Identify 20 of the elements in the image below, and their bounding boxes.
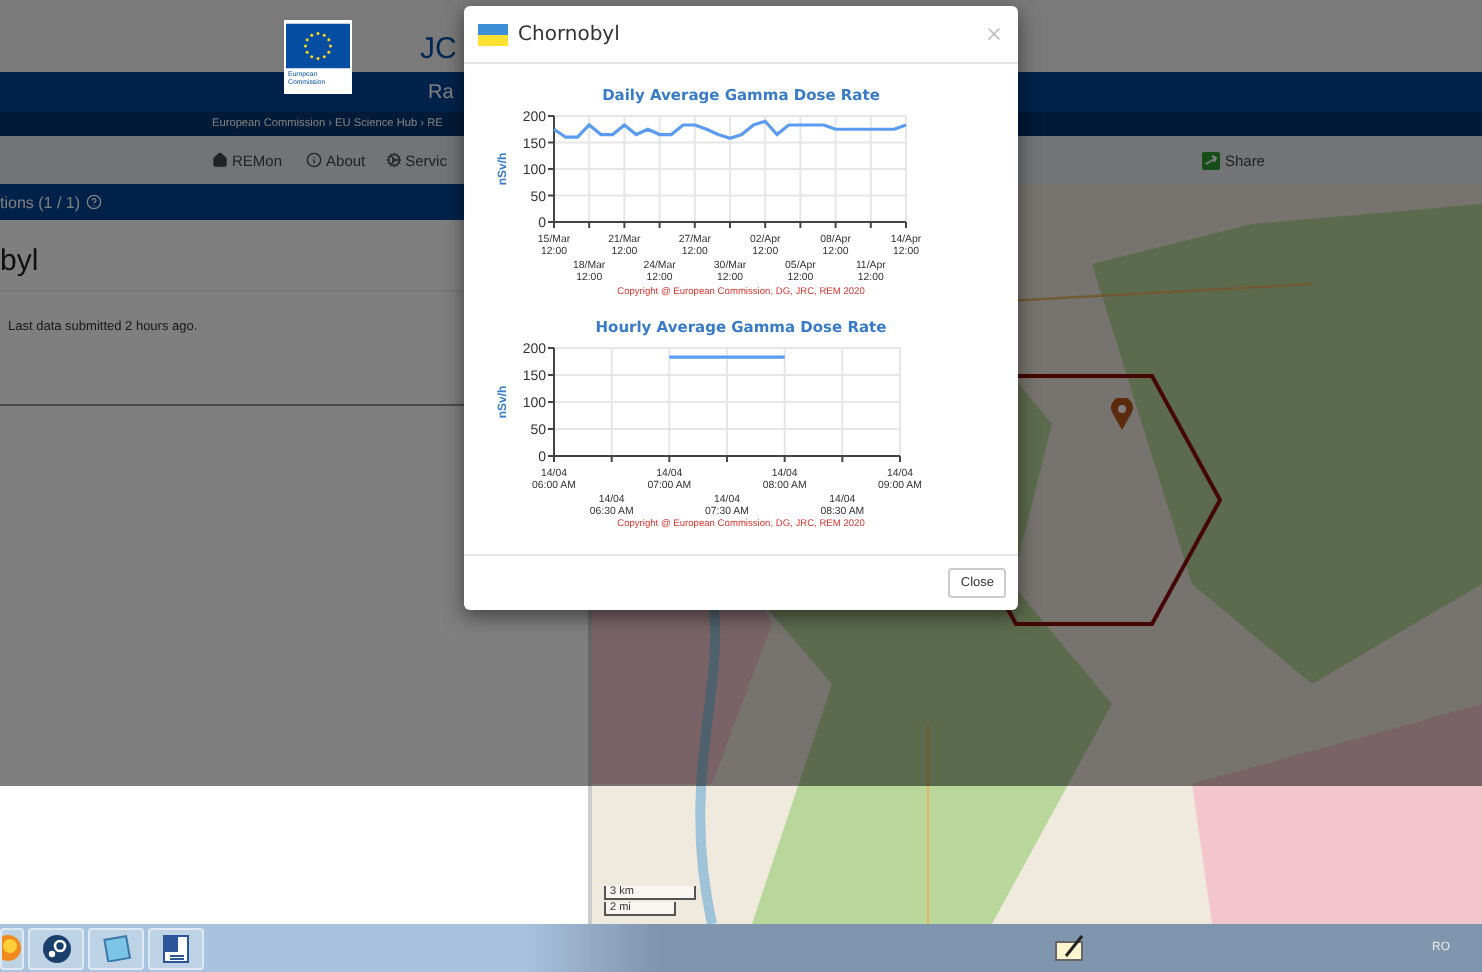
taskbar-app-button[interactable] [28,927,84,969]
document-icon [162,933,190,963]
gears-icon [385,152,402,168]
pen-tablet-icon[interactable] [1054,934,1086,962]
dialog-title: Chornobyl [518,23,622,45]
panel-header-text: tions (1 / 1) [0,193,81,211]
taskbar-app-button[interactable] [148,927,204,969]
browser-icon [2,934,22,962]
help-icon[interactable] [86,194,103,210]
home-icon [212,152,228,168]
eu-flag-icon [286,22,350,70]
site-title: JC [420,32,457,66]
share-icon [1202,151,1221,169]
steam-icon [41,933,71,963]
flag-icon [478,23,508,45]
map-pin-icon[interactable] [1110,398,1134,430]
site-subtitle: Ra [428,81,454,103]
info-icon [306,152,323,168]
station-name: byl [0,244,39,278]
notepad-icon [101,934,131,962]
